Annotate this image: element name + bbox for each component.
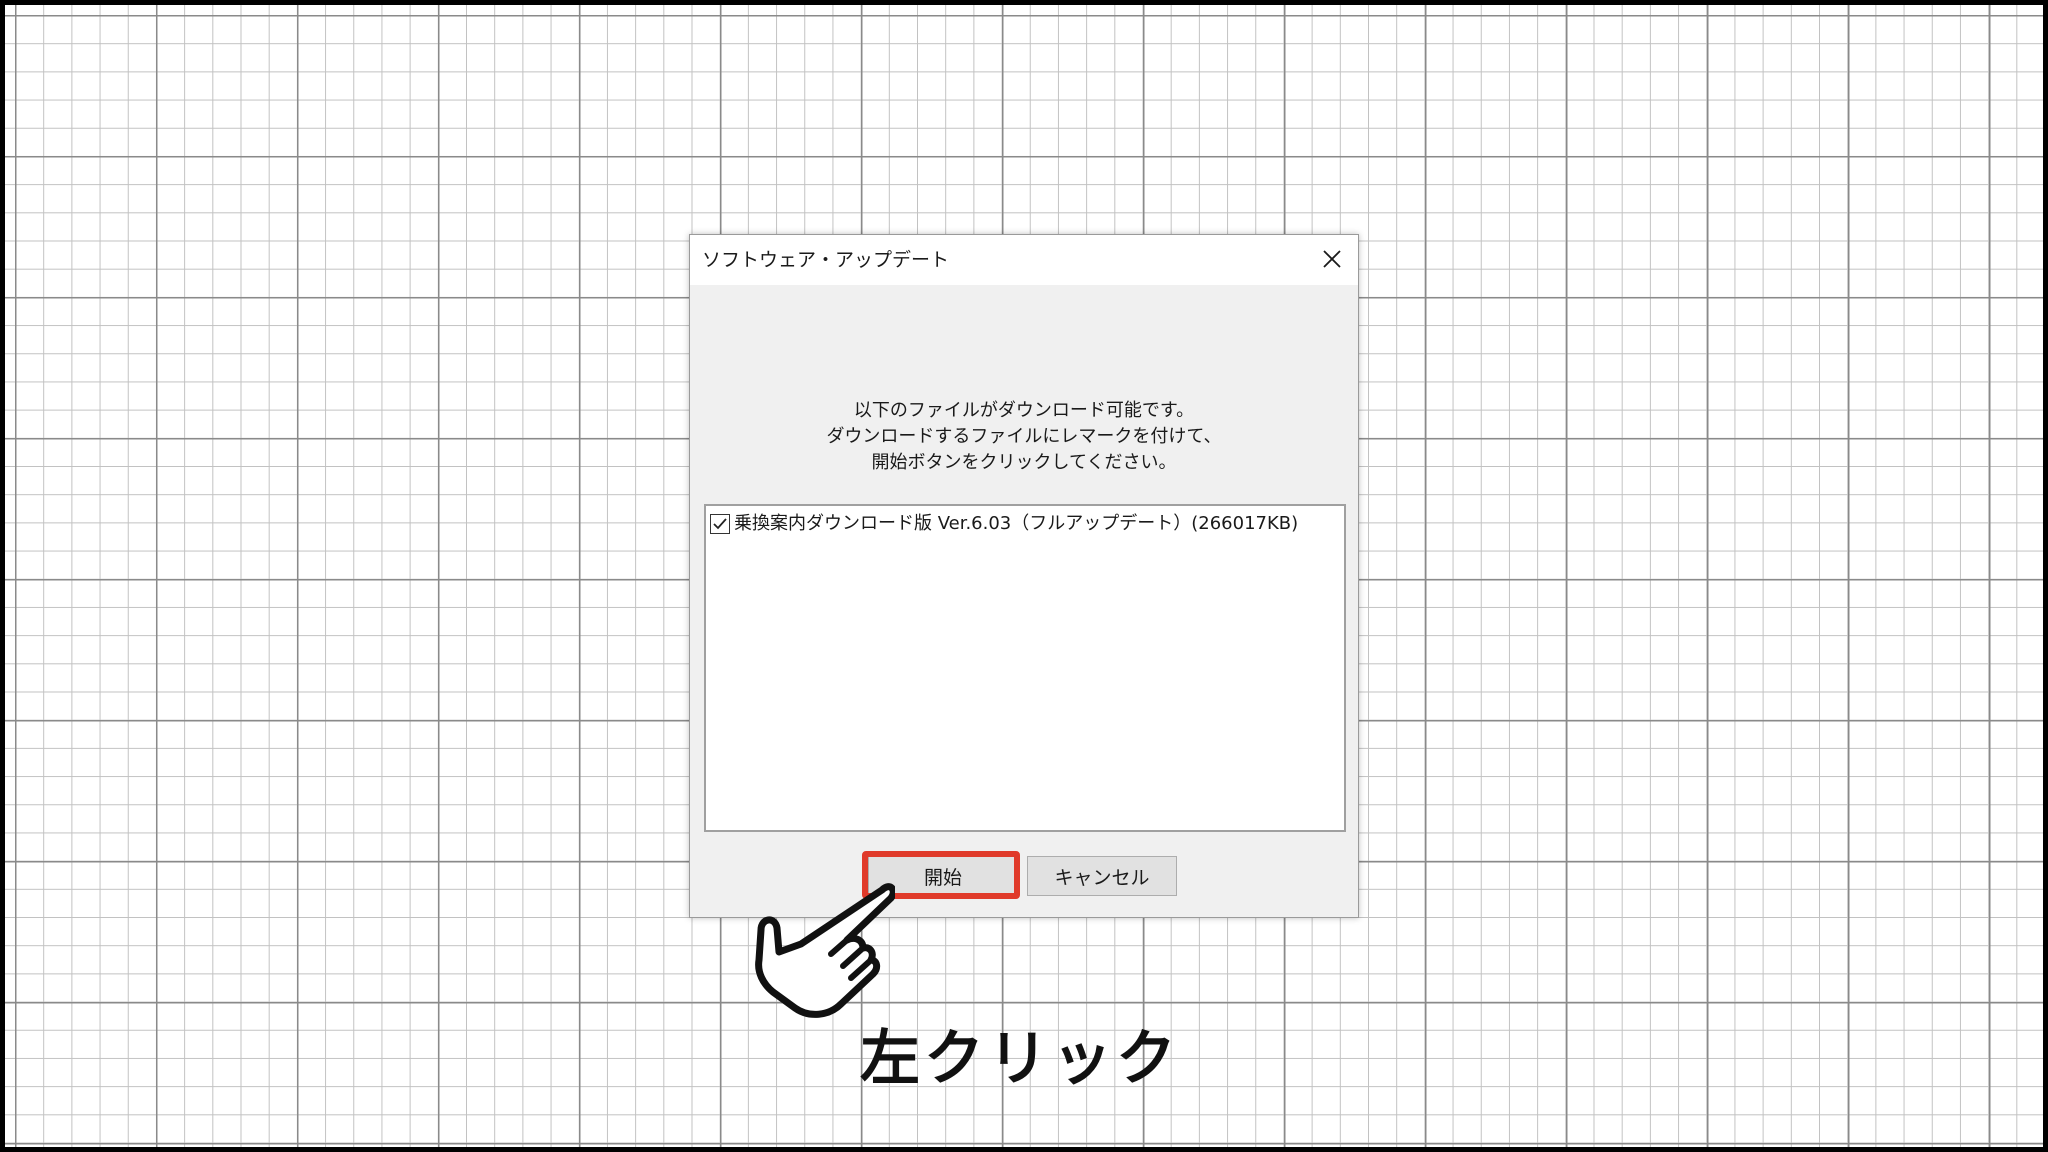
file-listbox[interactable]: 乗換案内ダウンロード版 Ver.6.03（フルアップデート）(266017KB) [704, 504, 1346, 832]
close-icon[interactable] [1314, 241, 1350, 277]
dialog-message: 以下のファイルがダウンロード可能です。 ダウンロードするファイルにレマークを付け… [690, 398, 1358, 476]
checkmark-icon [713, 518, 727, 530]
pointing-hand-icon [755, 883, 895, 1018]
cancel-button[interactable]: キャンセル [1027, 856, 1177, 896]
file-item-label: 乗換案内ダウンロード版 Ver.6.03（フルアップデート）(266017KB) [734, 513, 1299, 534]
dialog-titlebar: ソフトウェア・アップデート [690, 235, 1358, 285]
message-line: ダウンロードするファイルにレマークを付けて、 [826, 426, 1222, 447]
instruction-text: 左クリック [860, 1024, 1180, 1094]
software-update-dialog: ソフトウェア・アップデート 以下のファイルがダウンロード可能です。 ダウンロード… [689, 234, 1359, 918]
message-line: 以下のファイルがダウンロード可能です。 [853, 400, 1195, 421]
message-line: 開始ボタンをクリックしてください。 [871, 452, 1177, 473]
dialog-title: ソフトウェア・アップデート [702, 249, 950, 271]
file-checkbox[interactable] [710, 514, 730, 534]
list-item[interactable]: 乗換案内ダウンロード版 Ver.6.03（フルアップデート）(266017KB) [708, 508, 1298, 536]
